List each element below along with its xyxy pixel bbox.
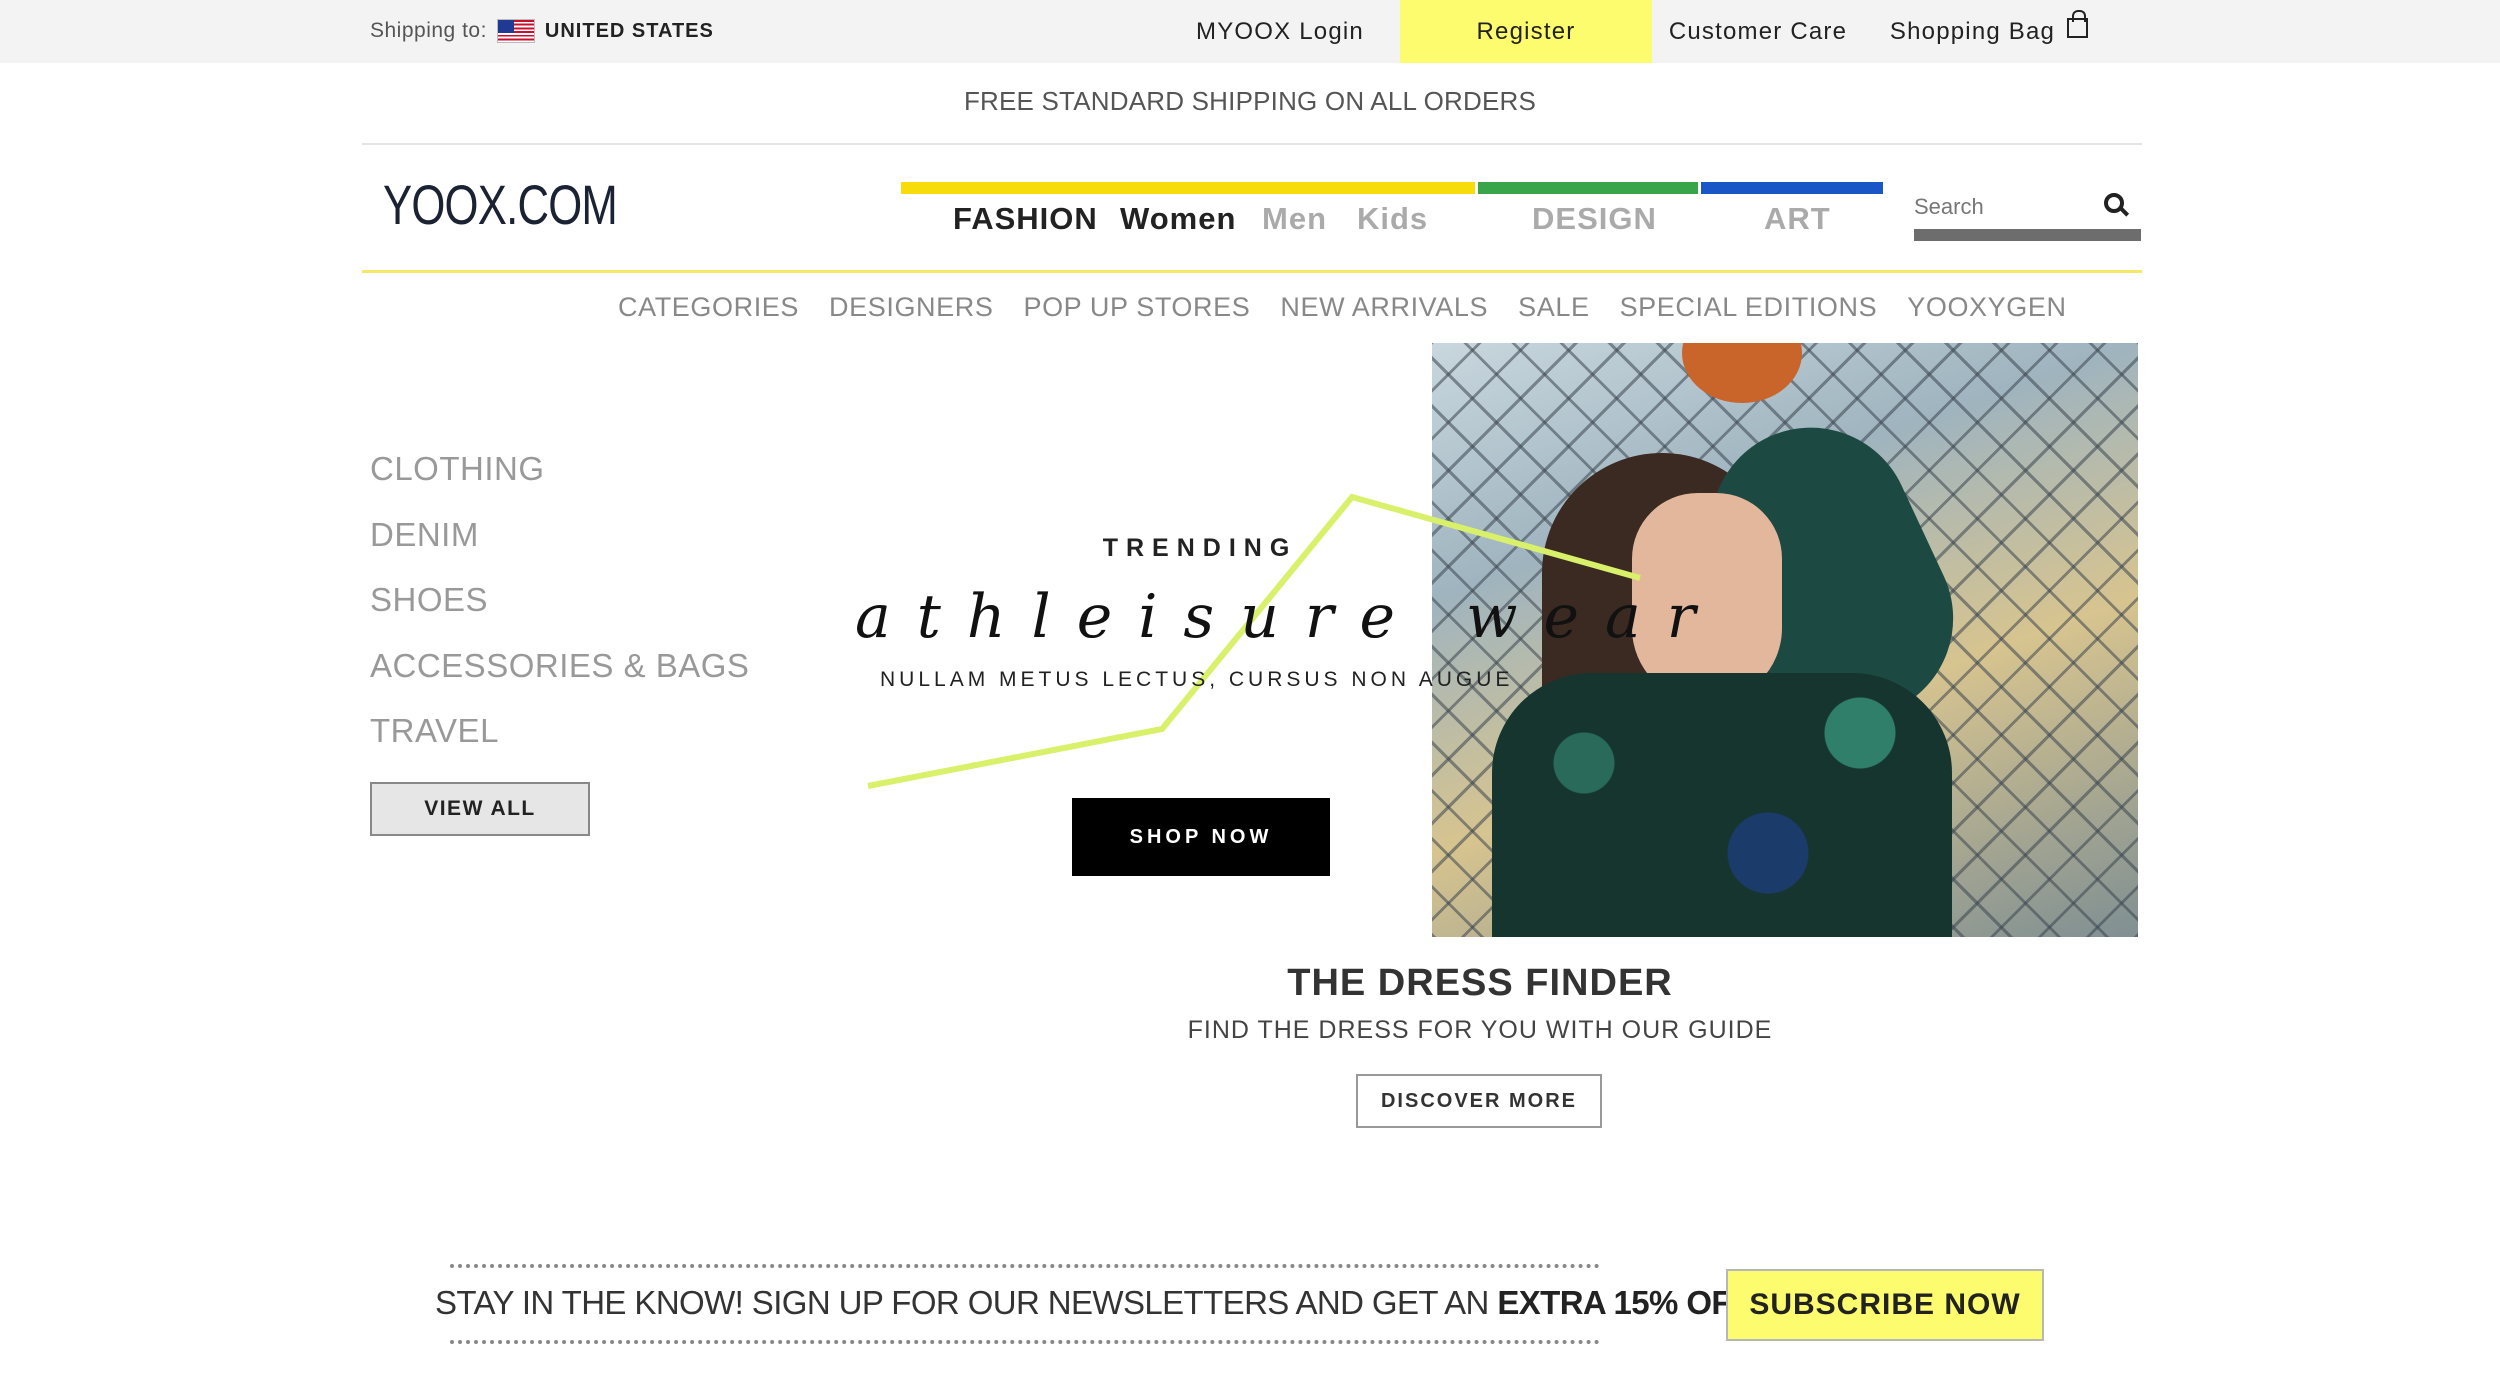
design-color-bar: [1478, 182, 1698, 194]
view-all-button[interactable]: VIEW ALL: [370, 782, 590, 836]
search-icon[interactable]: [2104, 193, 2124, 213]
subnav-sale[interactable]: SALE: [1518, 292, 1589, 323]
art-color-bar: [1701, 182, 1883, 194]
subnav-yooxygen[interactable]: YOOXYGEN: [1907, 292, 2066, 323]
shipping-label: Shipping to:: [370, 19, 487, 42]
subnav-new-arrivals[interactable]: NEW ARRIVALS: [1280, 292, 1488, 323]
nav-women[interactable]: Women: [1120, 201, 1236, 237]
category-travel[interactable]: TRAVEL: [370, 712, 749, 778]
divider: [362, 143, 2142, 145]
login-link[interactable]: MYOOX Login: [1160, 0, 1400, 63]
category-list: CLOTHING DENIM SHOES ACCESSORIES & BAGS …: [370, 450, 749, 778]
subscribe-now-button[interactable]: SUBSCRIBE NOW: [1726, 1269, 2044, 1341]
shipping-selector[interactable]: Shipping to: UNITED STATES: [370, 16, 714, 46]
newsletter-discount: EXTRA 15% OFF: [1497, 1284, 1751, 1321]
category-accessories-bags[interactable]: ACCESSORIES & BAGS: [370, 647, 749, 713]
category-clothing[interactable]: CLOTHING: [370, 450, 749, 516]
discover-more-button[interactable]: DISCOVER MORE: [1356, 1074, 1602, 1128]
nav-men[interactable]: Men: [1262, 201, 1327, 237]
model-jacket: [1492, 673, 1952, 937]
subnav-designers[interactable]: DESIGNERS: [829, 292, 993, 323]
fashion-color-bar: [901, 182, 1475, 194]
nav-kids[interactable]: Kids: [1357, 201, 1428, 237]
hero-headline: athleisure wear: [855, 582, 1722, 652]
shopping-bag-label: Shopping Bag: [1889, 17, 2056, 45]
shopping-bag-link[interactable]: Shopping Bag: [1864, 0, 2114, 63]
us-flag-icon: [496, 19, 535, 43]
top-utility-bar: Shipping to: UNITED STATES MYOOX Login R…: [0, 0, 2500, 63]
hero-subline: NULLAM METUS LECTUS, CURSUS NON AUGUE: [880, 668, 1514, 691]
category-shoes[interactable]: SHOES: [370, 581, 749, 647]
register-button[interactable]: Register: [1400, 0, 1652, 63]
newsletter-message: STAY IN THE KNOW! SIGN UP FOR OUR NEWSLE…: [435, 1284, 1751, 1322]
shopping-bag-icon: [2067, 9, 2089, 38]
account-links: MYOOX Login Register Customer Care Shopp…: [1160, 0, 2114, 63]
nav-art[interactable]: ART: [1764, 201, 1831, 237]
category-denim[interactable]: DENIM: [370, 516, 749, 582]
customer-care-link[interactable]: Customer Care: [1652, 0, 1864, 63]
sub-navigation: CATEGORIES DESIGNERS POP UP STORES NEW A…: [618, 292, 2067, 323]
site-logo[interactable]: YOOX.COM: [383, 172, 618, 237]
search-box: [1914, 183, 2141, 241]
free-shipping-banner: FREE STANDARD SHIPPING ON ALL ORDERS: [963, 86, 1537, 116]
search-underline: [1914, 229, 2141, 241]
search-input[interactable]: [1914, 189, 2094, 225]
newsletter-dotted-border-top: [450, 1264, 1600, 1268]
nav-design[interactable]: DESIGN: [1532, 201, 1657, 237]
header-divider: [362, 270, 2142, 273]
hero-kicker: TRENDING: [1102, 534, 1298, 562]
subnav-special-editions[interactable]: SPECIAL EDITIONS: [1620, 292, 1878, 323]
newsletter-text: STAY IN THE KNOW! SIGN UP FOR OUR NEWSLE…: [435, 1284, 1498, 1321]
nav-fashion[interactable]: FASHION: [953, 201, 1098, 237]
shop-now-button[interactable]: SHOP NOW: [1072, 798, 1330, 876]
subnav-pop-up-stores[interactable]: POP UP STORES: [1023, 292, 1250, 323]
newsletter-dotted-border-bottom: [450, 1340, 1600, 1344]
shipping-country[interactable]: UNITED STATES: [545, 20, 714, 43]
subnav-categories[interactable]: CATEGORIES: [618, 292, 799, 323]
dress-finder-subtitle: FIND THE DRESS FOR YOU WITH OUR GUIDE: [1187, 1016, 1773, 1044]
dress-finder-title: THE DRESS FINDER: [1287, 962, 1673, 1004]
